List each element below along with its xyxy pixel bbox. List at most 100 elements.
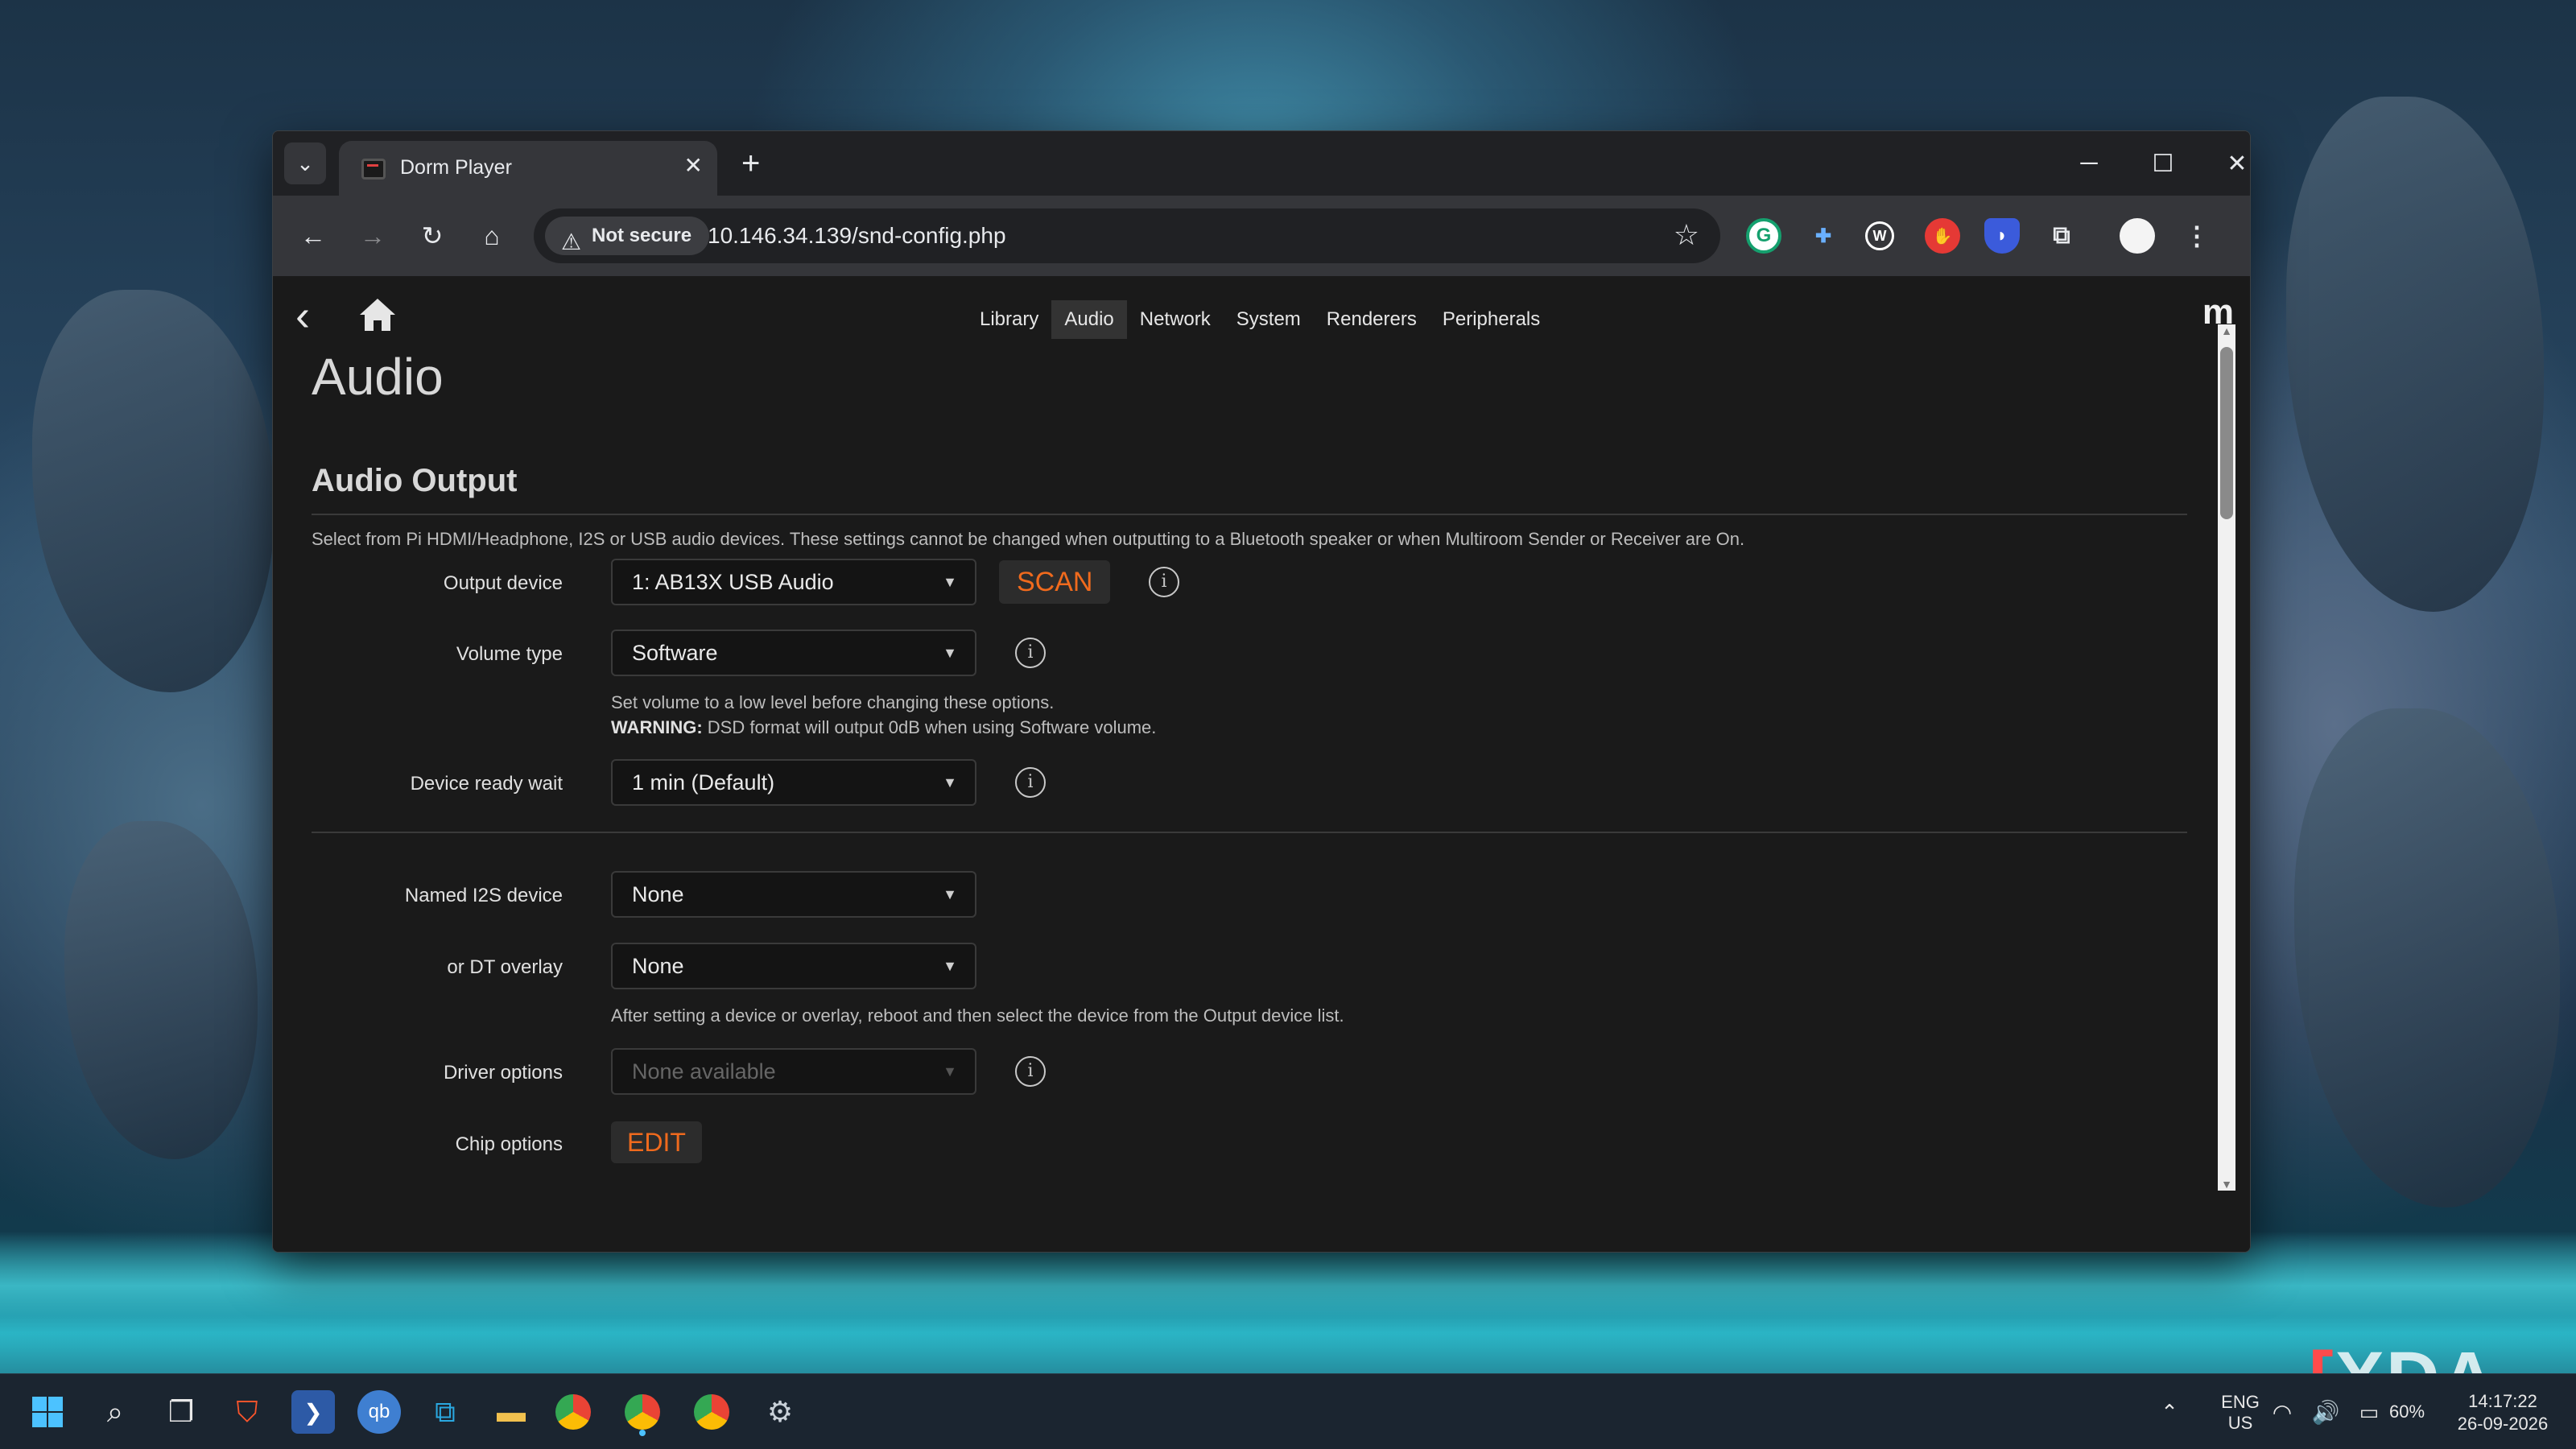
home-button[interactable]: ⌂ bbox=[471, 215, 513, 257]
grammarly-extension-icon[interactable]: G bbox=[1746, 218, 1781, 254]
w-extension-icon[interactable]: W bbox=[1865, 221, 1894, 250]
wallpaper-rock bbox=[2286, 97, 2544, 612]
scrollbar[interactable]: ▲ ▼ bbox=[2218, 324, 2235, 1191]
extensions-puzzle-icon[interactable]: ⧉ bbox=[2044, 218, 2079, 254]
browser-toolbar: ← → ↻ ⌂ ⚠ Not secure 10.146.34.139/snd-c… bbox=[273, 196, 2250, 276]
tab-peripherals[interactable]: Peripherals bbox=[1430, 300, 1553, 339]
file-explorer-icon[interactable]: ▬ bbox=[489, 1390, 533, 1434]
wallpaper-rock bbox=[32, 290, 274, 692]
output-device-select[interactable]: 1: AB13X USB Audio ▼ bbox=[611, 559, 976, 605]
chrome-icon[interactable] bbox=[555, 1394, 591, 1430]
profile-avatar[interactable] bbox=[2120, 218, 2155, 254]
speaker-icon[interactable]: 🔊 bbox=[2304, 1390, 2347, 1434]
close-tab-icon[interactable]: ✕ bbox=[684, 152, 703, 179]
region-code: US bbox=[2227, 1413, 2253, 1433]
info-icon[interactable]: i bbox=[1015, 638, 1046, 668]
section-title: Audio Output bbox=[312, 463, 518, 498]
chrome-active-icon[interactable] bbox=[625, 1394, 660, 1430]
tab-search-button[interactable]: ⌄ bbox=[284, 142, 326, 184]
wifi-icon[interactable]: ◠ bbox=[2260, 1390, 2304, 1434]
wallpaper-rock bbox=[64, 821, 258, 1159]
bitwarden-extension-icon[interactable]: ◗ bbox=[1984, 218, 2020, 254]
clock[interactable]: 14:17:22 26-09-2026 bbox=[2450, 1390, 2555, 1435]
copilot-app-icon[interactable]: ⧉ bbox=[423, 1390, 467, 1434]
clock-date: 26-09-2026 bbox=[2457, 1414, 2549, 1434]
caret-down-icon: ▼ bbox=[943, 574, 957, 590]
browser-tab[interactable]: Dorm Player ✕ bbox=[339, 141, 717, 196]
back-button[interactable]: ← bbox=[292, 215, 334, 257]
reload-button[interactable]: ↻ bbox=[411, 215, 453, 257]
chrome-profile-icon[interactable] bbox=[694, 1394, 729, 1430]
named-i2s-select[interactable]: None ▼ bbox=[611, 871, 976, 918]
scroll-up-icon[interactable]: ▲ bbox=[2218, 324, 2235, 337]
dt-overlay-label: or DT overlay bbox=[447, 956, 563, 978]
driver-options-label: Driver options bbox=[443, 1062, 563, 1084]
caret-down-icon: ▼ bbox=[943, 774, 957, 791]
search-icon[interactable]: ⌕ bbox=[93, 1390, 137, 1434]
chevron-up-icon[interactable]: ⌃ bbox=[2148, 1390, 2191, 1434]
edit-button[interactable]: EDIT bbox=[611, 1121, 702, 1163]
brave-browser-icon[interactable]: ⛉ bbox=[225, 1390, 269, 1434]
new-tab-button[interactable]: + bbox=[741, 142, 760, 184]
section-tabs: Library Audio Network System Renderers P… bbox=[967, 300, 1553, 339]
url-text[interactable]: 10.146.34.139/snd-config.php bbox=[708, 223, 1006, 249]
scroll-down-icon[interactable]: ▼ bbox=[2218, 1178, 2235, 1191]
page-title: Audio bbox=[312, 348, 444, 406]
dt-overlay-select[interactable]: None ▼ bbox=[611, 943, 976, 989]
tab-audio[interactable]: Audio bbox=[1051, 300, 1127, 339]
dt-overlay-help: After setting a device or overlay, reboo… bbox=[611, 1005, 1344, 1026]
chevron-down-icon: ⌄ bbox=[296, 151, 314, 175]
caret-down-icon: ▼ bbox=[943, 645, 957, 661]
close-window-button[interactable]: ✕ bbox=[2213, 142, 2250, 184]
section-divider bbox=[312, 514, 2187, 515]
puzzle-blue-extension-icon[interactable]: ✚ bbox=[1806, 218, 1841, 254]
info-icon[interactable]: i bbox=[1015, 767, 1046, 798]
driver-options-select: None available ▼ bbox=[611, 1048, 976, 1095]
language-code: ENG bbox=[2221, 1392, 2260, 1412]
warning-text: DSD format will output 0dB when using So… bbox=[702, 717, 1157, 737]
bookmark-star-icon[interactable]: ☆ bbox=[1674, 218, 1699, 252]
clock-time: 14:17:22 bbox=[2468, 1391, 2537, 1411]
browser-window: ⌄ Dorm Player ✕ + ─ ☐ ✕ ← → ↻ ⌂ ⚠ Not se… bbox=[272, 130, 2251, 1253]
info-icon[interactable]: i bbox=[1015, 1056, 1046, 1087]
powershell-icon[interactable]: ❯ bbox=[291, 1390, 335, 1434]
tab-title: Dorm Player bbox=[400, 156, 512, 179]
caret-down-icon: ▼ bbox=[943, 958, 957, 974]
settings-gear-icon[interactable]: ⚙ bbox=[758, 1390, 802, 1434]
home-icon[interactable] bbox=[357, 295, 398, 334]
tab-network[interactable]: Network bbox=[1127, 300, 1224, 339]
device-ready-wait-select[interactable]: 1 min (Default) ▼ bbox=[611, 759, 976, 806]
dt-overlay-value: None bbox=[632, 954, 684, 978]
kebab-menu-icon[interactable]: ⋮ bbox=[2179, 218, 2215, 254]
named-i2s-value: None bbox=[632, 882, 684, 906]
windows-start-icon[interactable] bbox=[26, 1390, 69, 1434]
volume-type-select[interactable]: Software ▼ bbox=[611, 630, 976, 676]
output-device-label: Output device bbox=[443, 572, 563, 594]
red-extension-icon[interactable]: ✋ bbox=[1925, 218, 1960, 254]
forward-button[interactable]: → bbox=[352, 215, 394, 257]
device-ready-wait-label: Device ready wait bbox=[410, 773, 563, 795]
page-back-icon[interactable]: ‹ bbox=[295, 291, 310, 341]
task-view-icon[interactable]: ❐ bbox=[159, 1390, 203, 1434]
scrollbar-thumb[interactable] bbox=[2220, 347, 2233, 519]
tab-library[interactable]: Library bbox=[967, 300, 1051, 339]
volume-type-label: Volume type bbox=[456, 643, 563, 665]
caret-down-icon: ▼ bbox=[943, 886, 957, 902]
volume-type-value: Software bbox=[632, 641, 718, 665]
maximize-button[interactable]: ☐ bbox=[2139, 142, 2187, 184]
battery-percent: 60% bbox=[2389, 1402, 2425, 1422]
info-icon[interactable]: i bbox=[1149, 567, 1179, 597]
tab-renderers[interactable]: Renderers bbox=[1314, 300, 1430, 339]
battery-icon[interactable]: ▭ bbox=[2347, 1390, 2391, 1434]
volume-help-line: Set volume to a low level before changin… bbox=[611, 692, 1055, 712]
qbittorrent-icon[interactable]: qb bbox=[357, 1390, 401, 1434]
taskbar: ⌕ ❐ ⛉ ❯ qb ⧉ ▬ ⚙ ⌃ ENG US ◠ 🔊 ▭ 60% 14:1… bbox=[0, 1373, 2576, 1449]
section-description: Select from Pi HDMI/Headphone, I2S or US… bbox=[312, 529, 1745, 549]
address-bar[interactable]: ⚠ Not secure 10.146.34.139/snd-config.ph… bbox=[534, 208, 1720, 263]
tab-strip: ⌄ Dorm Player ✕ + ─ ☐ ✕ bbox=[273, 131, 2250, 196]
output-device-value: 1: AB13X USB Audio bbox=[632, 570, 834, 594]
minimize-button[interactable]: ─ bbox=[2065, 142, 2113, 184]
site-info-button[interactable]: ⚠ Not secure bbox=[545, 217, 710, 255]
scan-button[interactable]: SCAN bbox=[999, 560, 1111, 604]
tab-system[interactable]: System bbox=[1224, 300, 1314, 339]
